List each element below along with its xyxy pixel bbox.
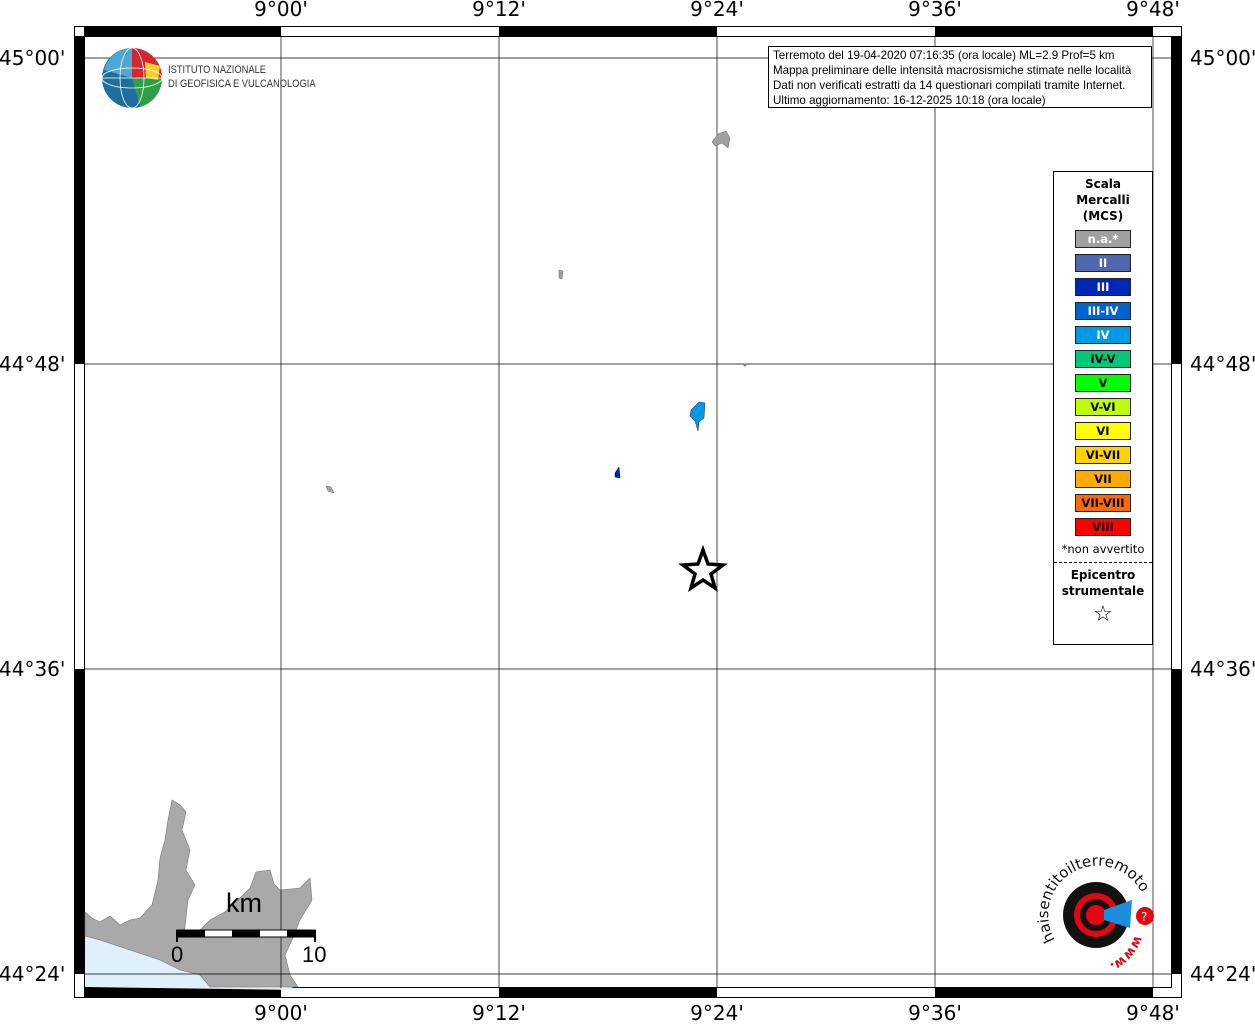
legend-swatch: III-IV bbox=[1075, 302, 1131, 320]
legend-swatch: VIII bbox=[1075, 518, 1131, 536]
ingv-logo-globe bbox=[101, 47, 163, 109]
x-label-top: 9°24' bbox=[690, 0, 744, 21]
x-label-bottom: 9°48' bbox=[1126, 1001, 1180, 1025]
legend-swatch: V bbox=[1075, 374, 1131, 392]
x-label-bottom: 9°12' bbox=[472, 1001, 526, 1025]
y-label-left: 44°24' bbox=[0, 962, 66, 986]
event-info-line: Mappa preliminare delle intensità macros… bbox=[773, 64, 1132, 77]
y-label-right: 44°48' bbox=[1190, 352, 1255, 376]
scale-min: 0 bbox=[171, 942, 184, 967]
legend-divider bbox=[1054, 562, 1152, 563]
y-label-right: 44°36' bbox=[1190, 657, 1255, 681]
y-label-left: 44°36' bbox=[0, 657, 66, 681]
mcs-legend: Scala Mercalli (MCS) n.a.* II III III-IV IV IV-… bbox=[1053, 171, 1153, 645]
legend-title: Mercalli bbox=[1076, 193, 1130, 207]
event-info-line: Dati non verificati estratti da 14 quest… bbox=[773, 79, 1126, 92]
event-info-line: Terremoto del 19-04-2020 07:16:35 (ora l… bbox=[773, 49, 1115, 62]
scale-unit: km bbox=[226, 888, 262, 918]
locality-na[interactable] bbox=[743, 363, 747, 367]
svg-text:?: ? bbox=[1141, 910, 1147, 924]
y-label-right: 44°24' bbox=[1190, 962, 1255, 986]
x-label-top: 9°36' bbox=[908, 0, 962, 21]
y-label-left: 44°48' bbox=[0, 352, 66, 376]
legend-title: Scala bbox=[1084, 177, 1122, 191]
legend-swatch: VII bbox=[1075, 470, 1131, 488]
ingv-line2: DI GEOFISICA E VULCANOLOGIA bbox=[168, 78, 316, 90]
x-label-top: 9°48' bbox=[1126, 0, 1180, 21]
legend-swatch: n.a.* bbox=[1075, 230, 1131, 248]
map-outer-frame bbox=[74, 26, 1182, 998]
x-label-top: 9°12' bbox=[472, 0, 526, 21]
legend-note: *non avvertito bbox=[1061, 542, 1145, 556]
legend-swatch: IV bbox=[1075, 326, 1131, 344]
scale-max: 10 bbox=[302, 942, 327, 967]
x-label-bottom: 9°24' bbox=[690, 1001, 744, 1025]
legend-swatch: IV-V bbox=[1075, 350, 1131, 368]
x-label-bottom: 9°00' bbox=[254, 1001, 308, 1025]
legend-swatch: III bbox=[1075, 278, 1131, 296]
legend-swatch: II bbox=[1075, 254, 1131, 272]
legend-epicenter-label: Epicentro bbox=[1070, 568, 1136, 582]
event-info-line: Ultimo aggiornamento: 16-12-2025 10:18 (… bbox=[773, 94, 1046, 107]
event-info-box: Terremoto del 19-04-2020 07:16:35 (ora l… bbox=[768, 46, 1152, 108]
ingv-line1: ISTITUTO NAZIONALE bbox=[168, 64, 267, 76]
legend-epicenter-label: strumentale bbox=[1061, 584, 1145, 598]
y-label-right: 45°00' bbox=[1190, 46, 1255, 70]
legend-swatch: V-VI bbox=[1075, 398, 1131, 416]
x-label-top: 9°00' bbox=[254, 0, 308, 21]
locality-na[interactable] bbox=[558, 269, 564, 280]
legend-swatch: VI-VII bbox=[1075, 446, 1131, 464]
legend-star-icon: ☆ bbox=[1093, 602, 1113, 627]
legend-swatch: VI bbox=[1075, 422, 1131, 440]
legend-swatch: VII-VIII bbox=[1075, 494, 1131, 512]
y-label-left: 45°00' bbox=[0, 46, 66, 70]
legend-title: (MCS) bbox=[1082, 209, 1124, 223]
x-label-bottom: 9°36' bbox=[908, 1001, 962, 1025]
